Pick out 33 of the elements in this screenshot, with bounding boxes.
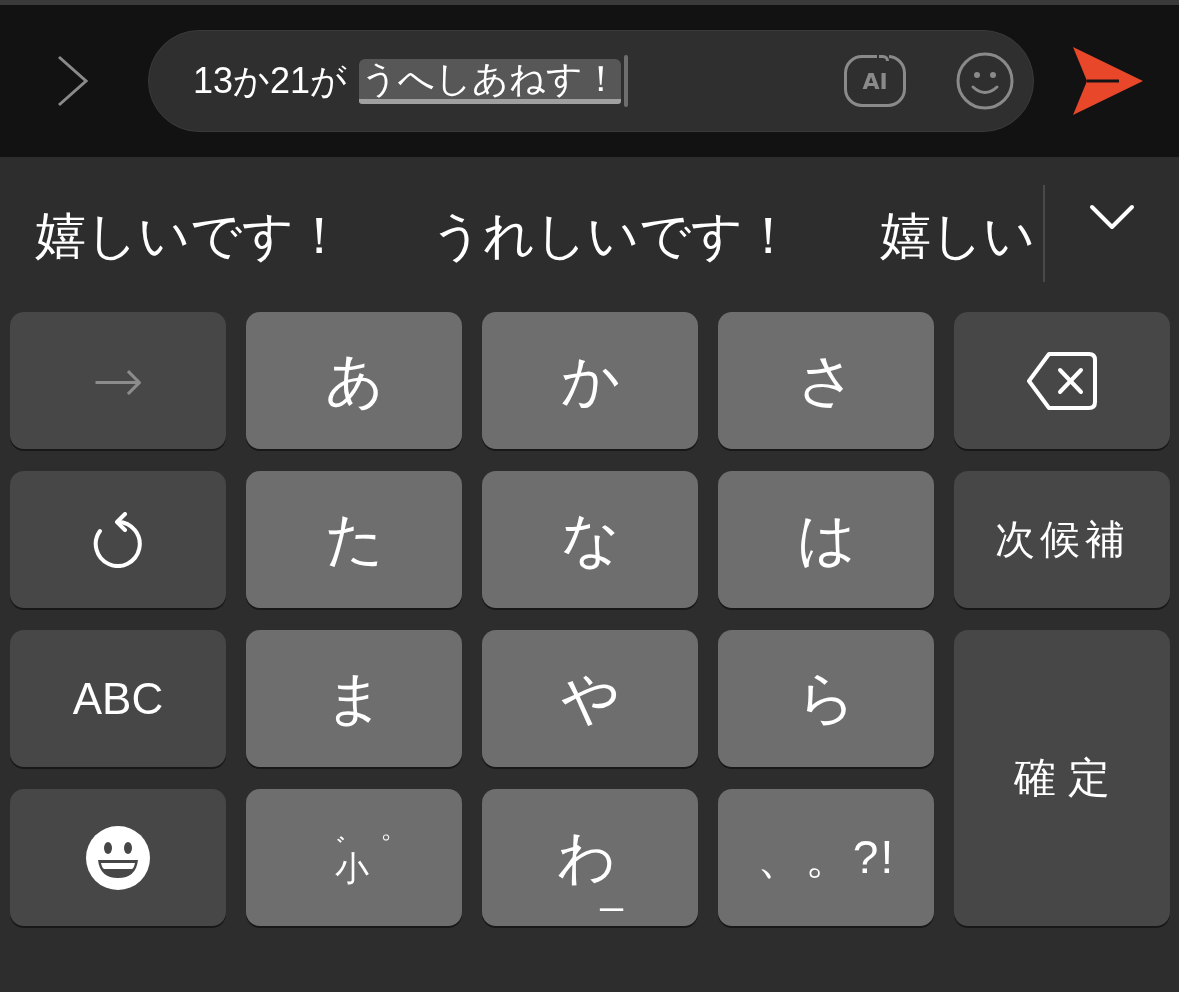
kana-key[interactable]: た: [246, 471, 462, 608]
kana-key[interactable]: ま: [246, 630, 462, 767]
kana-key[interactable]: は: [718, 471, 934, 608]
emoji-key[interactable]: [10, 789, 226, 926]
confirm-key[interactable]: 確定: [954, 630, 1170, 926]
kana-key[interactable]: わ_: [482, 789, 698, 926]
text-caret: [624, 55, 629, 107]
undo-icon: [92, 511, 144, 568]
candidate-item[interactable]: うれしいです！: [431, 204, 794, 267]
kana-key[interactable]: な: [482, 471, 698, 608]
candidate-item[interactable]: 嬉しいです！: [35, 204, 345, 267]
chevron-right-icon[interactable]: [57, 55, 88, 107]
dakuten-key[interactable]: ゛小゜: [246, 789, 462, 926]
next-candidate-key[interactable]: 次候補: [954, 471, 1170, 608]
input-text: 13か21が: [193, 58, 348, 103]
kana-key[interactable]: や: [482, 630, 698, 767]
kana-key[interactable]: さ: [718, 312, 934, 449]
message-field[interactable]: 13か21が うへしあねす！ AI: [148, 30, 1034, 132]
kana-key[interactable]: ら: [718, 630, 934, 767]
candidate-item[interactable]: 嬉しい: [880, 204, 1035, 267]
abc-key[interactable]: ABC: [10, 630, 226, 767]
composing-text: うへしあねす！: [359, 58, 622, 104]
kana-key[interactable]: あ: [246, 312, 462, 449]
send-icon[interactable]: [1073, 47, 1143, 115]
backspace-icon: [1027, 351, 1097, 410]
smiley-icon[interactable]: [956, 52, 1014, 110]
kana-key[interactable]: か: [482, 312, 698, 449]
backspace-key[interactable]: [954, 312, 1170, 449]
chevron-down-icon[interactable]: [1089, 203, 1135, 230]
undo-key[interactable]: [10, 471, 226, 608]
ai-button[interactable]: AI: [844, 55, 906, 107]
grinning-face-icon: [86, 825, 150, 890]
punctuation-key[interactable]: 、。?!: [718, 789, 934, 926]
